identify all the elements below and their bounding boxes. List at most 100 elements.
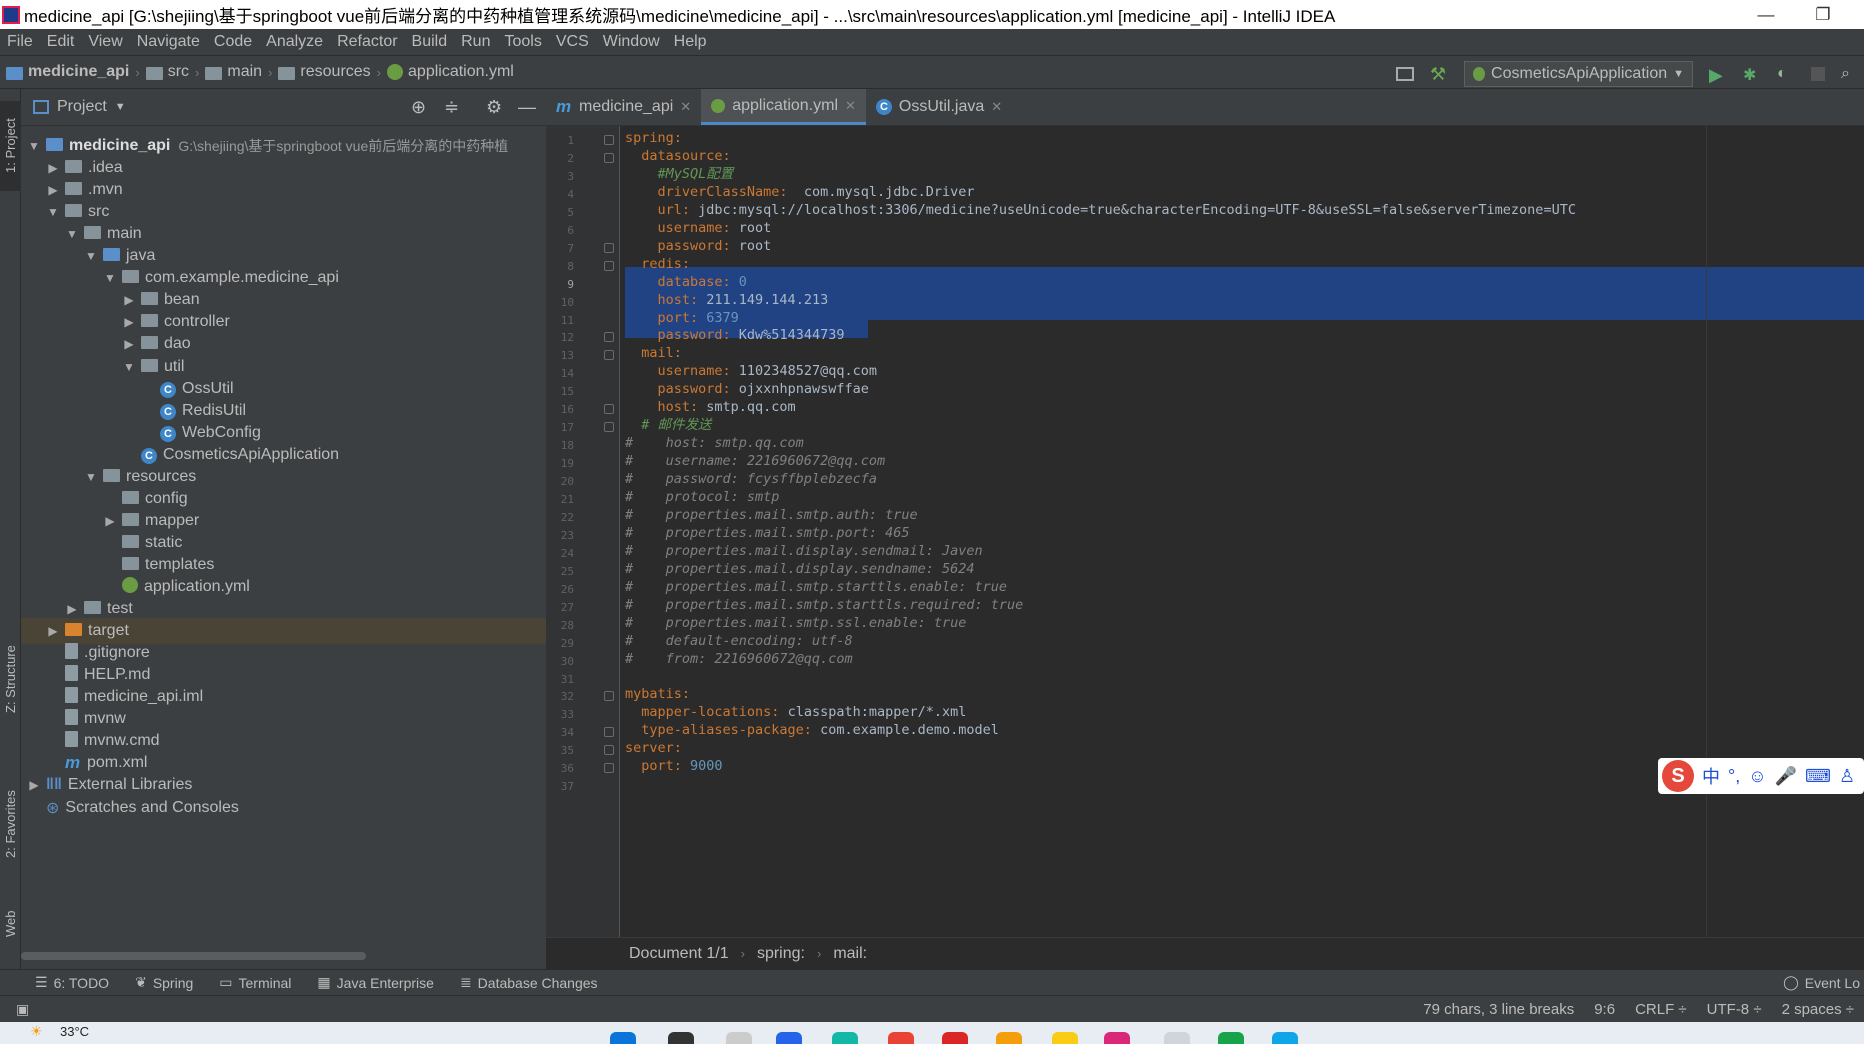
chevron-down-icon[interactable]: ▼ xyxy=(83,470,99,484)
ime-toolbar[interactable]: S 中 °, ☺ 🎤 ⌨ ♙ xyxy=(1658,758,1864,794)
taskbar-search-icon[interactable] xyxy=(668,1032,694,1044)
search-icon[interactable]: ⌕ xyxy=(1841,65,1859,83)
toolwindow-database-changes[interactable]: ≣ Database Changes xyxy=(447,974,611,991)
run-config-dropdown[interactable]: CosmeticsApiApplication ▼ xyxy=(1464,61,1693,87)
close-icon[interactable]: ✕ xyxy=(991,99,1002,115)
tab-application-yml[interactable]: application.yml ✕ xyxy=(701,89,866,125)
fold-marker-icon[interactable] xyxy=(604,332,614,343)
project-panel-title[interactable]: Project xyxy=(57,98,107,116)
toolwindow-terminal[interactable]: ▭ Terminal xyxy=(206,974,304,991)
chevron-down-icon[interactable]: ▼ xyxy=(26,139,42,153)
chevron-right-icon[interactable]: ▶ xyxy=(45,624,61,638)
chevron-down-icon[interactable]: ▼ xyxy=(102,271,118,285)
run-icon[interactable]: ▶ xyxy=(1709,65,1727,85)
fold-marker-icon[interactable] xyxy=(604,260,614,271)
microphone-icon[interactable]: 🎤 xyxy=(1775,766,1797,787)
keyboard-icon[interactable]: ⌨ xyxy=(1805,766,1831,787)
gear-icon[interactable]: ⚙ xyxy=(486,97,502,118)
menu-code[interactable]: Code xyxy=(207,33,259,51)
menu-file[interactable]: File xyxy=(0,33,40,51)
toggle-tool-windows-icon[interactable]: ▣ xyxy=(6,1001,39,1018)
ime-language[interactable]: 中 xyxy=(1702,763,1720,789)
fold-marker-icon[interactable] xyxy=(604,242,614,253)
horizontal-scrollbar[interactable] xyxy=(21,952,366,960)
taskbar-app-icon[interactable] xyxy=(942,1032,968,1044)
taskbar-app-icon[interactable] xyxy=(776,1032,802,1044)
chevron-right-icon[interactable]: ▶ xyxy=(64,602,80,616)
taskbar-app-icon[interactable] xyxy=(1164,1032,1190,1044)
fold-marker-icon[interactable] xyxy=(604,763,614,774)
chevron-down-icon[interactable]: ▼ xyxy=(121,360,137,374)
stop-icon[interactable] xyxy=(1811,67,1825,81)
chevron-right-icon[interactable]: ▶ xyxy=(45,161,61,175)
menu-vcs[interactable]: VCS xyxy=(549,33,596,51)
tab-project-vertical[interactable]: 1: Project xyxy=(0,101,21,191)
menu-refactor[interactable]: Refactor xyxy=(330,33,404,51)
emoji-icon[interactable]: ☺ xyxy=(1748,766,1766,787)
start-icon[interactable] xyxy=(610,1032,636,1044)
breadcrumb-project[interactable]: medicine_api xyxy=(0,63,135,81)
breadcrumb-main[interactable]: main xyxy=(199,63,268,81)
menu-edit[interactable]: Edit xyxy=(40,33,82,51)
file-explorer-icon[interactable] xyxy=(996,1032,1022,1044)
weather-temp[interactable]: 33°C xyxy=(60,1024,89,1039)
fold-marker-icon[interactable] xyxy=(604,404,614,415)
caret-position[interactable]: 9:6 xyxy=(1584,1001,1625,1018)
menu-run[interactable]: Run xyxy=(454,33,497,51)
user-icon[interactable]: ♙ xyxy=(1839,766,1855,787)
fold-marker-icon[interactable] xyxy=(604,350,614,361)
toolwindow-spring[interactable]: ❦ Spring xyxy=(122,974,206,991)
collapse-all-icon[interactable]: ≑ xyxy=(444,97,459,118)
toolwindow-6-todo[interactable]: ☰ 6: TODO xyxy=(22,974,122,991)
minimize-button[interactable]: — xyxy=(1743,0,1789,29)
chevron-right-icon[interactable]: ▶ xyxy=(121,293,137,307)
task-view-icon[interactable] xyxy=(726,1032,752,1044)
breadcrumb-file[interactable]: application.yml xyxy=(381,63,520,81)
chevron-right-icon[interactable]: ▶ xyxy=(121,315,137,329)
breadcrumb-document[interactable]: Document 1/1 xyxy=(629,945,729,963)
chevron-right-icon[interactable]: ▶ xyxy=(121,337,137,351)
file-encoding[interactable]: UTF-8 ÷ xyxy=(1697,1001,1772,1018)
line-separator[interactable]: CRLF ÷ xyxy=(1625,1001,1697,1018)
fold-marker-icon[interactable] xyxy=(604,135,614,145)
chevron-down-icon[interactable]: ▼ xyxy=(115,101,126,113)
code-editor[interactable]: spring: datasource: #MySQL配置 driverClass… xyxy=(620,126,1864,937)
menu-window[interactable]: Window xyxy=(596,33,667,51)
tab-medicine-api[interactable]: m medicine_api ✕ xyxy=(546,89,701,125)
edge-icon[interactable] xyxy=(832,1032,858,1044)
chevron-down-icon[interactable]: ▼ xyxy=(45,205,61,219)
menu-analyze[interactable]: Analyze xyxy=(259,33,330,51)
breadcrumb-src[interactable]: src xyxy=(140,63,195,81)
breadcrumb-spring[interactable]: spring: xyxy=(757,945,805,963)
taskbar-app-icon[interactable] xyxy=(1272,1032,1298,1044)
fold-marker-icon[interactable] xyxy=(604,727,614,738)
menu-help[interactable]: Help xyxy=(667,33,714,51)
fold-marker-icon[interactable] xyxy=(604,745,614,756)
toolwindow-java-enterprise[interactable]: ▦ Java Enterprise xyxy=(304,974,447,991)
project-structure-icon[interactable] xyxy=(1396,67,1414,81)
chevron-right-icon[interactable]: ▶ xyxy=(26,778,42,792)
intellij-taskbar-icon[interactable] xyxy=(1104,1032,1130,1044)
taskbar-app-icon[interactable] xyxy=(1052,1032,1078,1044)
breadcrumb-mail[interactable]: mail: xyxy=(833,945,867,963)
coverage-icon[interactable]: ◐ xyxy=(1777,65,1795,83)
chrome-icon[interactable] xyxy=(888,1032,914,1044)
tree-item[interactable]: ⊛ Scratches and Consoles xyxy=(21,795,546,821)
restore-button[interactable]: ❐ xyxy=(1800,0,1846,29)
tab-web-vertical[interactable]: Web xyxy=(0,899,21,949)
locate-icon[interactable]: ⊕ xyxy=(411,97,426,118)
fold-marker-icon[interactable] xyxy=(604,152,614,163)
fold-marker-icon[interactable] xyxy=(604,691,614,702)
indent-setting[interactable]: 2 spaces ÷ xyxy=(1772,1001,1864,1018)
fold-marker-icon[interactable] xyxy=(604,422,614,433)
chevron-down-icon[interactable]: ▼ xyxy=(64,227,80,241)
tab-ossutil-java[interactable]: C OssUtil.java ✕ xyxy=(866,89,1012,125)
chevron-right-icon[interactable]: ▶ xyxy=(102,514,118,528)
build-hammer-icon[interactable]: ⚒ xyxy=(1430,65,1448,83)
breadcrumb-resources[interactable]: resources xyxy=(272,63,376,81)
chevron-down-icon[interactable]: ▼ xyxy=(83,249,99,263)
close-icon[interactable]: ✕ xyxy=(845,98,856,114)
ime-punctuation[interactable]: °, xyxy=(1728,766,1740,787)
close-icon[interactable]: ✕ xyxy=(680,99,691,115)
debug-icon[interactable]: ✱ xyxy=(1743,65,1761,84)
